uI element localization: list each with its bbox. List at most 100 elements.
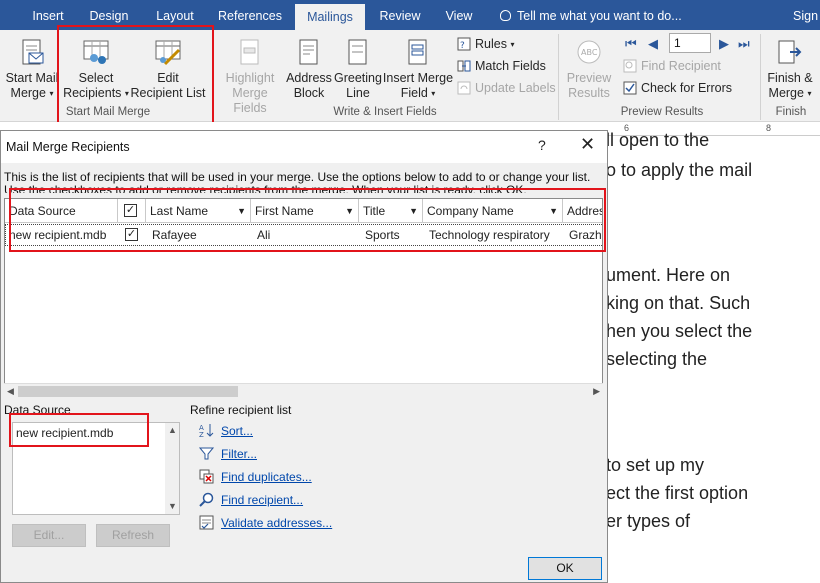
dialog-title: Mail Merge Recipients: [6, 140, 130, 154]
refresh-button[interactable]: Refresh: [96, 524, 170, 547]
find-recipient-icon: [623, 59, 637, 73]
sign-in-link[interactable]: Sign: [793, 0, 818, 30]
document-text-line: king on that. Such: [606, 293, 751, 313]
record-number-input[interactable]: 1: [669, 33, 711, 53]
preview-results-button[interactable]: ABC Preview Results: [562, 38, 616, 101]
tab-layout[interactable]: Layout: [144, 0, 206, 30]
cell-first-name: Ali: [257, 228, 271, 242]
address-block-line2: Block: [293, 86, 325, 100]
validate-addresses-link[interactable]: Validate addresses...: [199, 515, 332, 535]
document-page[interactable]: ll open to the o to apply the mail ument…: [606, 130, 820, 583]
sort-link[interactable]: A Z Sort...: [199, 423, 253, 443]
column-header-data-source[interactable]: Data Source: [5, 199, 118, 223]
cell-data-source: new recipient.mdb: [9, 228, 107, 242]
scroll-right-icon[interactable]: ▶: [593, 384, 600, 399]
magnifier-icon: [199, 492, 214, 507]
finish-merge-icon: [778, 40, 802, 64]
scroll-left-icon[interactable]: ◀: [7, 384, 14, 399]
validate-addresses-icon: [199, 515, 214, 530]
address-block-icon: [299, 39, 318, 65]
address-block-line1: Address: [286, 71, 332, 85]
rules-button[interactable]: ? Rules ▾: [457, 34, 514, 54]
greeting-line-line1: Greeting: [334, 71, 382, 85]
highlight-line2: Merge Fields: [232, 86, 268, 115]
dropdown-arrow-icon[interactable]: ▼: [549, 199, 558, 222]
lightbulb-icon: [500, 10, 511, 21]
dropdown-arrow-icon[interactable]: ▼: [409, 199, 418, 222]
tab-mailings[interactable]: Mailings: [295, 4, 365, 30]
first-record-icon[interactable]: ⏮: [625, 36, 637, 52]
scroll-up-icon[interactable]: ▲: [168, 423, 177, 438]
dialog-titlebar[interactable]: Mail Merge Recipients ? ✕: [1, 131, 607, 163]
column-header-title[interactable]: Title ▼: [359, 199, 423, 223]
column-header-last-name[interactable]: Last Name ▼: [146, 199, 251, 223]
vertical-scrollbar[interactable]: ▲ ▼: [165, 423, 179, 514]
scroll-down-icon[interactable]: ▼: [168, 499, 177, 514]
match-fields-button[interactable]: Match Fields: [457, 56, 546, 76]
group-separator: [760, 34, 761, 120]
find-recipient-button[interactable]: Find Recipient: [623, 56, 721, 76]
column-header-address[interactable]: Address: [563, 199, 602, 223]
row-include-checkbox[interactable]: ✓: [125, 228, 138, 241]
column-header-first-name[interactable]: First Name ▼: [251, 199, 359, 223]
previous-record-icon[interactable]: ◀: [648, 36, 658, 52]
svg-text:?: ?: [460, 41, 465, 51]
close-icon[interactable]: ✕: [580, 134, 595, 155]
tab-insert[interactable]: Insert: [22, 0, 74, 30]
dropdown-arrow-icon[interactable]: ▼: [237, 199, 246, 222]
ribbon-mailings: Start Mail Merge ▾ Select Recipients ▾ E…: [0, 30, 820, 122]
greeting-line-icon: [348, 39, 367, 65]
insert-merge-field-button[interactable]: Insert Merge Field ▾: [382, 38, 454, 101]
find-duplicates-link[interactable]: Find duplicates...: [199, 469, 312, 489]
update-labels-button[interactable]: Update Labels: [457, 78, 556, 98]
tell-me-box[interactable]: Tell me what you want to do...: [500, 0, 682, 30]
check-for-errors-button[interactable]: Check for Errors: [623, 78, 732, 98]
data-source-item[interactable]: new recipient.mdb: [16, 426, 113, 440]
column-header-company-name[interactable]: Company Name ▼: [423, 199, 563, 223]
recipients-grid[interactable]: Data Source ✓ Last Name ▼ First Name ▼ Tit…: [4, 198, 603, 397]
next-record-icon[interactable]: ▶: [719, 36, 729, 52]
edit-recipient-list-line1: Edit: [157, 71, 179, 85]
horizontal-scrollbar[interactable]: ◀ ▶: [4, 383, 603, 398]
ruler-tick: 8: [766, 123, 772, 133]
start-mail-merge-line2: Merge ▾: [10, 86, 54, 100]
preview-results-line2: Results: [568, 86, 610, 100]
filter-link[interactable]: Filter...: [199, 446, 257, 466]
ok-button[interactable]: OK: [528, 557, 602, 580]
select-all-checkbox[interactable]: ✓: [124, 204, 137, 217]
address-block-button[interactable]: Address Block: [284, 38, 334, 101]
edit-recipient-list-line2: Recipient List: [130, 86, 206, 100]
tab-view[interactable]: View: [436, 0, 482, 30]
scrollbar-thumb[interactable]: [18, 386, 238, 397]
document-text-line: ument. Here on: [606, 265, 731, 285]
edit-recipient-list-button[interactable]: Edit Recipient List: [130, 38, 206, 101]
data-source-list[interactable]: new recipient.mdb ▲ ▼: [12, 422, 180, 515]
group-label-start-mail-merge: Start Mail Merge: [65, 106, 151, 118]
tab-review[interactable]: Review: [372, 0, 428, 30]
filter-icon: [199, 447, 214, 460]
cell-last-name: Rafayee: [152, 228, 197, 242]
finish-merge-button[interactable]: Finish & Merge ▾: [764, 38, 816, 101]
help-icon[interactable]: ?: [538, 137, 546, 153]
sort-az-icon: AZ: [199, 424, 214, 438]
group-label-preview-results: Preview Results: [620, 106, 704, 118]
check-errors-icon: [623, 81, 637, 95]
highlight-merge-fields-button[interactable]: Highlight Merge Fields: [216, 38, 284, 116]
column-header-checkbox[interactable]: ✓: [118, 199, 146, 223]
preview-abc-icon: ABC: [577, 40, 601, 64]
dropdown-arrow-icon[interactable]: ▼: [345, 199, 354, 222]
edit-button[interactable]: Edit...: [12, 524, 86, 547]
document-text-line: ect the first option: [606, 483, 749, 503]
find-recipient-link[interactable]: Find recipient...: [199, 492, 303, 512]
select-recipients-button[interactable]: Select Recipients ▾: [62, 38, 130, 101]
tab-design[interactable]: Design: [80, 0, 138, 30]
document-mail-icon: [22, 39, 44, 65]
start-mail-merge-button[interactable]: Start Mail Merge ▾: [4, 38, 60, 101]
greeting-line-line2: Line: [346, 86, 370, 100]
tab-references[interactable]: References: [212, 0, 288, 30]
document-text-line: er types of: [606, 511, 691, 531]
tell-me-text: Tell me what you want to do...: [517, 9, 682, 23]
last-record-icon[interactable]: ⏭: [738, 36, 750, 52]
cell-address: Grazho: [569, 228, 602, 242]
greeting-line-button[interactable]: Greeting Line: [334, 38, 382, 101]
